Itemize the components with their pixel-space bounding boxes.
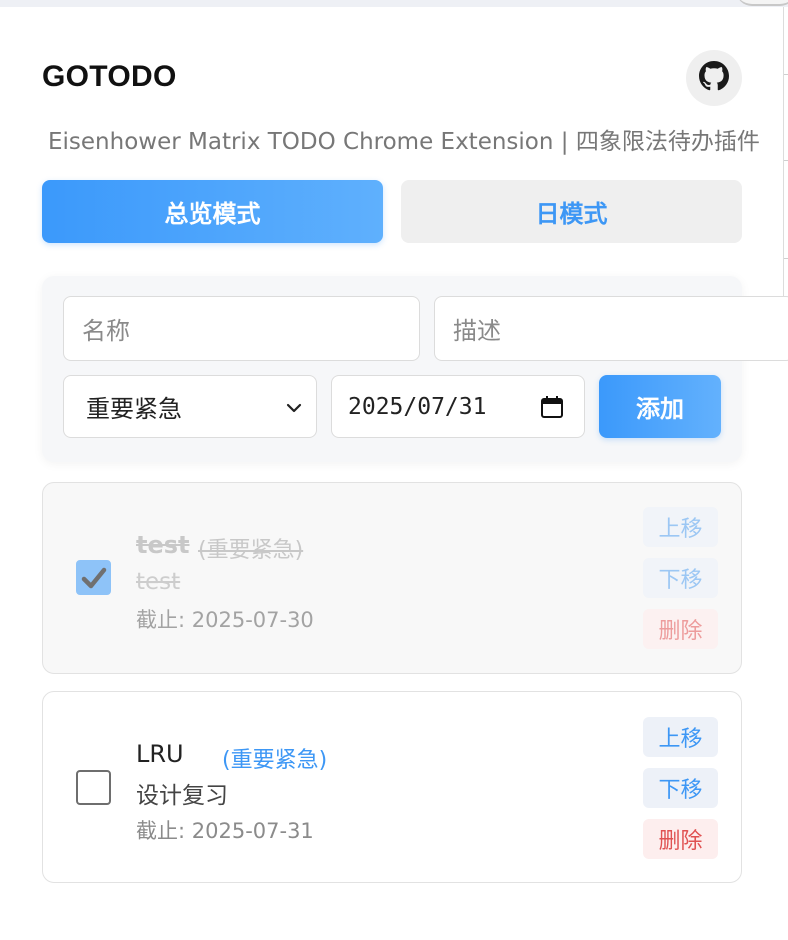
quadrant-select-value: 重要紧急 (86, 395, 182, 423)
delete-button[interactable]: 删除 (643, 609, 718, 649)
move-up-button[interactable]: 上移 (643, 507, 718, 547)
edge-tick (784, 74, 788, 75)
github-button[interactable] (686, 50, 742, 106)
task-due-date: 截止: 2025-07-30 (136, 608, 314, 632)
task-name: test (136, 531, 190, 559)
task-quadrant: (重要紧急) (198, 538, 304, 563)
overview-mode-button[interactable]: 总览模式 (42, 180, 383, 243)
edge-tick (784, 258, 788, 259)
task-description-input[interactable]: 描述 (434, 296, 788, 361)
task-due-date: 截止: 2025-07-31 (136, 819, 314, 843)
calendar-icon[interactable] (540, 395, 564, 425)
task-complete-checkbox[interactable] (76, 560, 111, 595)
move-up-button[interactable]: 上移 (643, 717, 718, 757)
quadrant-select[interactable]: 重要紧急 (63, 375, 317, 438)
browser-top-strip (0, 0, 788, 7)
task-complete-checkbox[interactable] (76, 770, 111, 805)
task-description: test (136, 569, 181, 595)
delete-button[interactable]: 删除 (643, 819, 718, 859)
app-title: GOTODO (42, 60, 177, 93)
chevron-down-icon (284, 396, 304, 424)
task-name-placeholder: 名称 (82, 317, 130, 345)
add-task-button[interactable]: 添加 (599, 375, 721, 438)
task-name: LRU (136, 740, 184, 768)
app-subtitle: Eisenhower Matrix TODO Chrome Extension … (48, 129, 760, 155)
due-date-value: 2025/07/31 (348, 393, 487, 420)
task-name-input[interactable]: 名称 (63, 296, 420, 361)
task-item: test (重要紧急) test 截止: 2025-07-30 上移 下移 删除 (42, 482, 742, 674)
task-quadrant: (重要紧急) (222, 748, 328, 773)
move-down-button[interactable]: 下移 (643, 558, 718, 598)
edge-tick (784, 160, 788, 161)
task-item: LRU (重要紧急) 设计复习 截止: 2025-07-31 上移 下移 删除 (42, 691, 742, 883)
move-down-button[interactable]: 下移 (643, 768, 718, 808)
due-date-input[interactable]: 2025/07/31 (331, 375, 585, 438)
github-icon (699, 61, 729, 95)
task-description-placeholder: 描述 (453, 317, 501, 345)
task-description: 设计复习 (136, 783, 228, 809)
day-mode-button[interactable]: 日模式 (401, 180, 742, 243)
background-page-edge (783, 7, 788, 307)
